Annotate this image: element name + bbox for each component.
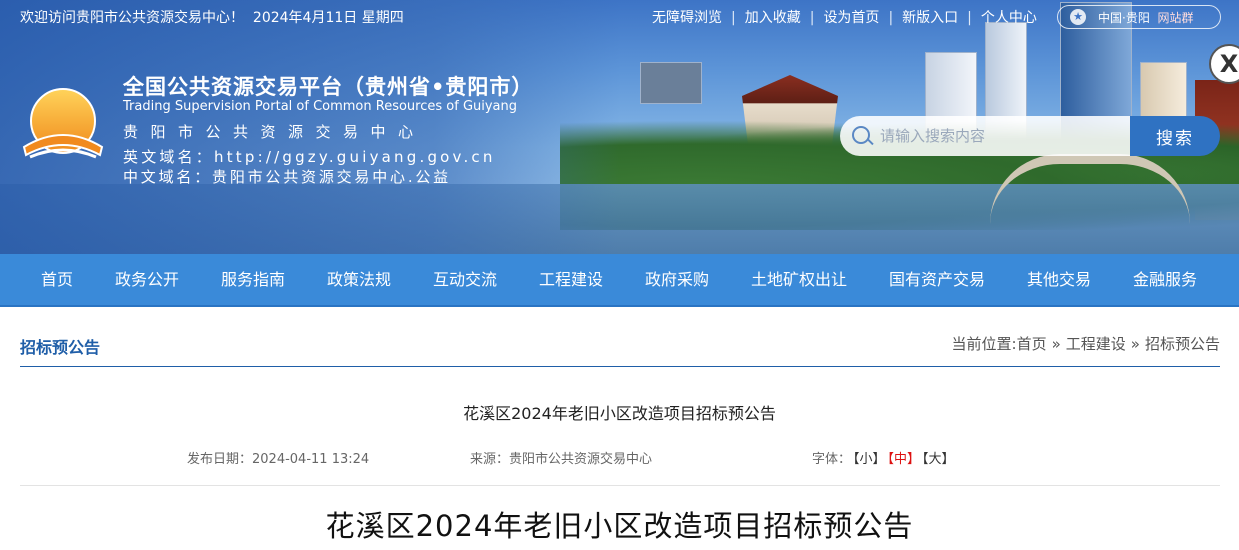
search-icon <box>852 126 870 144</box>
article-title: 花溪区2024年老旧小区改造项目招标预公告 <box>463 404 776 423</box>
search-box: 搜索 <box>840 116 1220 156</box>
domain-en-value: http://ggzy.guiyang.gov.cn <box>214 148 496 166</box>
site-group-icon: ★ <box>1070 9 1086 25</box>
nav-item-engineering[interactable]: 工程建设 <box>539 254 603 305</box>
add-favorite-link[interactable]: 加入收藏 <box>745 10 801 26</box>
site-title: 全国公共资源交易平台（贵州省•贵阳市） <box>123 75 534 99</box>
set-homepage-link[interactable]: 设为首页 <box>823 10 879 26</box>
publish-date: 发布日期：2024-04-11 13:24 <box>187 448 369 467</box>
domain-en-label: 英文域名： <box>123 148 215 166</box>
font-size-small[interactable]: 【小】 <box>853 452 886 467</box>
breadcrumb-separator: » <box>1130 335 1140 353</box>
close-icon: X <box>1219 50 1239 78</box>
nav-item-procurement[interactable]: 政府采购 <box>645 254 709 305</box>
source-value: 贵阳市公共资源交易中心 <box>509 452 653 467</box>
article-source: 来源：贵阳市公共资源交易中心 <box>470 448 652 467</box>
site-name-cn: 贵阳市公共资源交易中心 <box>123 123 426 141</box>
site-title-en: Trading Supervision Portal of Common Res… <box>123 99 518 114</box>
welcome-message: 欢迎访问贵阳市公共资源交易中心！ <box>20 10 244 26</box>
domain-cn-line: 中文域名：贵阳市公共资源交易中心.公益 <box>123 166 451 187</box>
domain-en-line: 英文域名：http://ggzy.guiyang.gov.cn <box>123 146 496 167</box>
domain-cn-label: 中文域名： <box>123 168 213 186</box>
site-group-label: 中国·贵阳 网站群 <box>1098 9 1193 26</box>
publish-date-label: 发布日期： <box>187 452 253 467</box>
breadcrumb: 当前位置:首页» 工程建设» 招标预公告 <box>952 333 1220 354</box>
search-button[interactable]: 搜索 <box>1130 116 1220 156</box>
separator: | <box>888 10 894 26</box>
separator: | <box>731 10 736 26</box>
nav-item-other-trade[interactable]: 其他交易 <box>1027 254 1091 305</box>
nav-item-finance[interactable]: 金融服务 <box>1133 254 1197 305</box>
close-button[interactable]: X <box>1209 44 1239 84</box>
new-version-link[interactable]: 新版入口 <box>902 10 958 26</box>
header-banner: 欢迎访问贵阳市公共资源交易中心！ 2024年4月11日 星期四 无障碍浏览 | 加入… <box>0 0 1239 254</box>
main-nav: 首页 政务公开 服务指南 政策法规 互动交流 工程建设 政府采购 土地矿权出让 … <box>0 254 1239 307</box>
top-bar: 欢迎访问贵阳市公共资源交易中心！ 2024年4月11日 星期四 无障碍浏览 | 加入… <box>0 0 1239 34</box>
separator: | <box>809 10 815 26</box>
current-date: 2024年4月11日 星期四 <box>252 10 404 26</box>
accessibility-link[interactable]: 无障碍浏览 <box>652 10 722 26</box>
top-links: 无障碍浏览 | 加入收藏 | 设为首页 | 新版入口 | 个人中心 <box>652 7 1037 27</box>
font-size-large[interactable]: 【大】 <box>922 452 955 467</box>
source-label: 来源： <box>470 452 510 467</box>
nav-item-land-mining[interactable]: 土地矿权出让 <box>751 254 847 305</box>
section-title: 招标预公告 <box>20 338 101 357</box>
font-size-medium[interactable]: 【中】 <box>888 452 921 467</box>
welcome-text: 欢迎访问贵阳市公共资源交易中心！ 2024年4月11日 星期四 <box>20 7 404 27</box>
separator: | <box>967 10 972 26</box>
search-input[interactable] <box>840 116 1130 156</box>
publish-date-value: 2024-04-11 13:24 <box>252 452 370 467</box>
personal-center-link[interactable]: 个人中心 <box>981 10 1037 26</box>
nav-item-home[interactable]: 首页 <box>41 254 73 305</box>
nav-item-policies[interactable]: 政策法规 <box>327 254 391 305</box>
breadcrumb-current[interactable]: 招标预公告 <box>1145 335 1220 353</box>
article-heading: 花溪区2024年老旧小区改造项目招标预公告 <box>325 509 914 543</box>
domain-cn-value: 贵阳市公共资源交易中心.公益 <box>212 168 451 186</box>
nav-item-state-assets[interactable]: 国有资产交易 <box>889 254 985 305</box>
breadcrumb-separator: » <box>1051 335 1061 353</box>
site-group-link[interactable]: ★ 中国·贵阳 网站群 <box>1057 5 1221 29</box>
site-group-suffix: 网站群 <box>1157 11 1194 25</box>
meta-divider <box>20 485 1220 486</box>
font-size-switcher: 字体： 【小】 【中】 【大】 <box>812 448 955 467</box>
breadcrumb-engineering[interactable]: 工程建设 <box>1066 335 1126 353</box>
breadcrumb-home[interactable]: 首页 <box>1017 335 1047 353</box>
breadcrumb-prefix: 当前位置: <box>951 335 1017 353</box>
sun-logo-icon <box>22 88 104 159</box>
nav-item-government-affairs[interactable]: 政务公开 <box>115 254 179 305</box>
site-group-prefix: 中国·贵阳 <box>1098 11 1150 25</box>
building-illustration <box>640 62 702 104</box>
font-size-label: 字体： <box>812 452 852 467</box>
nav-item-interaction[interactable]: 互动交流 <box>433 254 497 305</box>
nav-item-service-guide[interactable]: 服务指南 <box>221 254 285 305</box>
section-divider <box>20 366 1220 367</box>
